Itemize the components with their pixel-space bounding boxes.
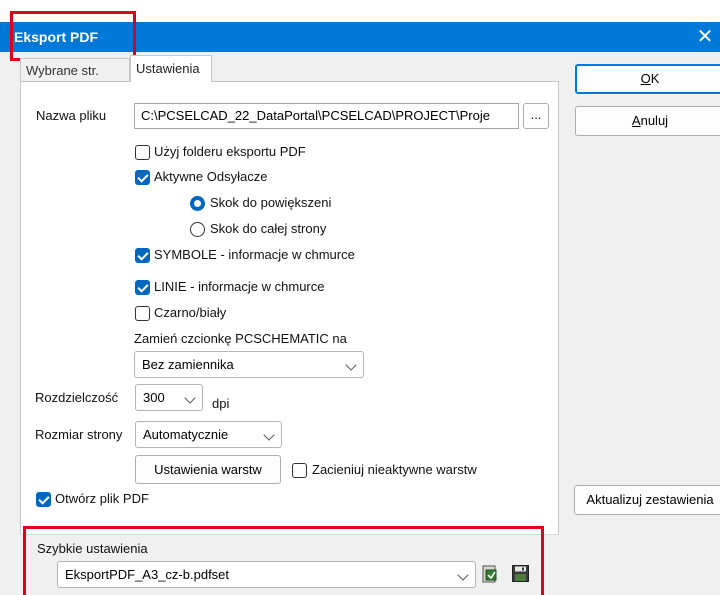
cancel-label-rest: nuluj: [640, 113, 669, 128]
jump-page-radio[interactable]: [190, 222, 205, 237]
window-title: Eksport PDF: [14, 29, 99, 45]
close-icon[interactable]: ✕: [694, 24, 716, 50]
export-pdf-dialog: Eksport PDF ✕ Wybrane str. Ustawienia Na…: [0, 0, 720, 595]
title-bar: Eksport PDF ✕: [0, 0, 720, 52]
tab-selected-pages[interactable]: Wybrane str.: [20, 58, 130, 81]
lines-info-label: LINIE - informacje w chmurce: [154, 279, 325, 294]
title-bar-fill: [0, 22, 720, 52]
quick-settings-dropdown[interactable]: EksportPDF_A3_cz-b.pdfset: [57, 561, 476, 588]
symbols-info-checkbox[interactable]: [135, 248, 150, 263]
quick-settings-value: EksportPDF_A3_cz-b.pdfset: [65, 567, 230, 582]
ok-label-rest: K: [650, 71, 660, 86]
active-links-label: Aktywne Odsyłacze: [154, 169, 268, 184]
quick-settings-label: Szybkie ustawienia: [37, 541, 148, 556]
update-listings-button[interactable]: Aktualizuj zestawienia: [574, 485, 720, 515]
chevron-down-icon: [263, 429, 275, 441]
page-size-value: Automatycznie: [143, 427, 229, 442]
shade-inactive-layers-label: Zacieniuj nieaktywne warstw: [312, 462, 477, 477]
layer-settings-button[interactable]: Ustawienia warstw: [135, 455, 281, 484]
browse-button[interactable]: ...: [523, 103, 549, 129]
black-white-checkbox[interactable]: [135, 306, 150, 321]
open-pdf-checkbox[interactable]: [36, 492, 51, 507]
jump-zoom-label: Skok do powiększeni: [210, 195, 332, 210]
shade-inactive-layers-checkbox[interactable]: [292, 463, 307, 478]
chevron-down-icon: [457, 569, 469, 581]
resolution-dropdown[interactable]: 300: [135, 384, 203, 411]
font-replace-label: Zamień czcionkę PCSCHEMATIC na: [134, 331, 347, 346]
font-replace-dropdown[interactable]: Bez zamiennika: [134, 351, 364, 378]
use-export-folder-checkbox[interactable]: [135, 145, 150, 160]
lines-info-checkbox[interactable]: [135, 280, 150, 295]
jump-page-label: Skok do całej strony: [210, 221, 327, 236]
resolution-unit: dpi: [212, 396, 230, 411]
resolution-value: 300: [143, 390, 165, 405]
use-export-folder-label: Użyj folderu eksportu PDF: [154, 144, 306, 159]
open-pdf-label: Otwórz plik PDF: [55, 491, 149, 506]
resolution-label: Rozdzielczość: [35, 390, 119, 405]
apply-settings-icon[interactable]: [481, 564, 499, 584]
file-name-label: Nazwa pliku: [36, 108, 107, 123]
symbols-info-label: SYMBOLE - informacje w chmurce: [154, 247, 355, 262]
jump-zoom-radio[interactable]: [190, 196, 205, 211]
save-disk-icon[interactable]: [512, 565, 529, 582]
cancel-button[interactable]: Anuluj: [575, 106, 720, 136]
font-replace-value: Bez zamiennika: [142, 357, 234, 372]
page-size-label: Rozmiar strony: [35, 427, 123, 442]
ok-accesskey: O: [640, 71, 651, 86]
active-links-checkbox[interactable]: [135, 170, 150, 185]
cancel-accesskey: A: [631, 113, 641, 128]
tab-settings[interactable]: Ustawienia: [130, 55, 212, 82]
chevron-down-icon: [184, 392, 196, 404]
file-name-input[interactable]: C:\PCSELCAD_22_DataPortal\PCSELCAD\PROJE…: [134, 103, 519, 129]
ok-button[interactable]: OK: [575, 64, 720, 94]
black-white-label: Czarno/biały: [154, 305, 227, 320]
page-size-dropdown[interactable]: Automatycznie: [135, 421, 282, 448]
chevron-down-icon: [345, 359, 357, 371]
